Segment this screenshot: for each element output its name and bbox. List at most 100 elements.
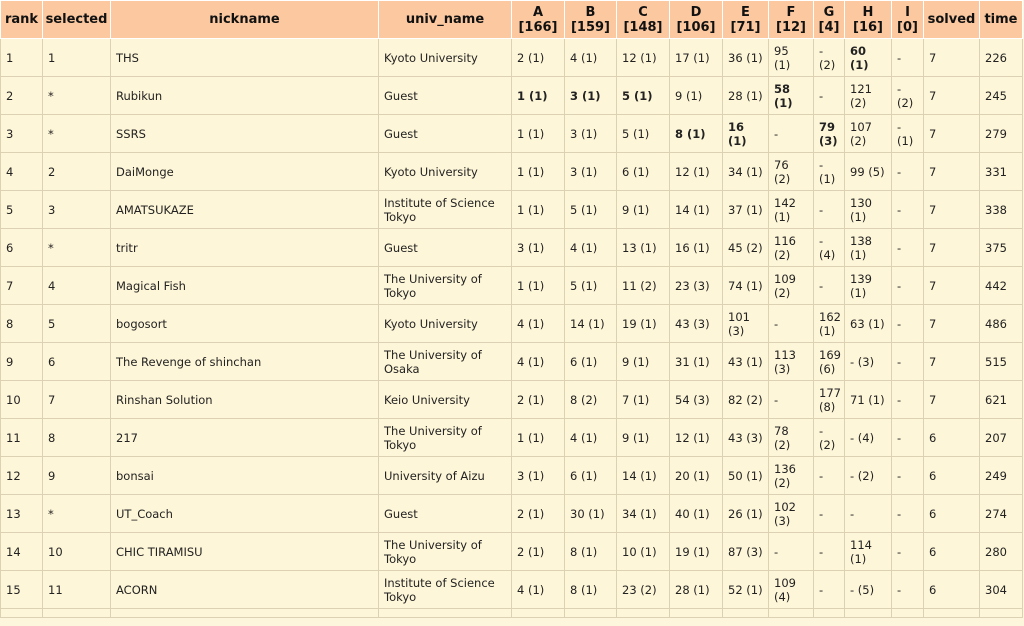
cell-rank: 8 — [0, 304, 43, 343]
cell-problem-b: 6 (1) — [564, 456, 617, 495]
cell-problem-a: 2 (1) — [511, 494, 565, 533]
cell-selected: 3 — [42, 190, 111, 229]
cell-time: 338 — [979, 190, 1023, 229]
standings-table: rank selected nickname univ_name A [166] B [159… — [0, 0, 1023, 618]
cell-problem-h: 107 (2) — [844, 114, 892, 153]
table-row: 1 1 THS Kyoto University 2 (1) 4 (1) 12 (1) 17 … — [0, 38, 1023, 77]
cell-problem-b: 5 (1) — [564, 266, 617, 305]
cell-problem-f: 109 (4) — [768, 570, 814, 609]
column-header-problem-e: E [71] — [722, 0, 769, 39]
cell-problem-e: 82 (2) — [722, 380, 769, 419]
cell-problem-i: - — [891, 38, 924, 77]
cell-rank: 14 — [0, 532, 43, 571]
cell-univ-name: The University of Tokyo — [378, 266, 512, 305]
cell-problem-f: 58 (1) — [768, 76, 814, 115]
cell-empty — [564, 608, 617, 618]
cell-problem-e: 36 (1) — [722, 38, 769, 77]
cell-problem-i: - (2) — [891, 76, 924, 115]
cell-problem-g: - — [813, 570, 845, 609]
cell-nickname: Rubikun — [110, 76, 379, 115]
cell-problem-a: 1 (1) — [511, 114, 565, 153]
table-row: 12 9 bonsai University of Aizu 3 (1) 6 (1) 14 … — [0, 456, 1023, 495]
cell-problem-h: 138 (1) — [844, 228, 892, 267]
cell-problem-h: 99 (5) — [844, 152, 892, 191]
column-header-rank: rank — [0, 0, 43, 39]
cell-time: 621 — [979, 380, 1023, 419]
cell-solved: 7 — [923, 114, 980, 153]
cell-rank: 3 — [0, 114, 43, 153]
cell-problem-e: 26 (1) — [722, 494, 769, 533]
cell-problem-h: - (4) — [844, 418, 892, 457]
cell-rank: 9 — [0, 342, 43, 381]
column-header-problem-b: B [159] — [564, 0, 617, 39]
cell-nickname: UT_Coach — [110, 494, 379, 533]
cell-problem-h: 71 (1) — [844, 380, 892, 419]
cell-problem-e: 28 (1) — [722, 76, 769, 115]
cell-rank: 15 — [0, 570, 43, 609]
cell-problem-g: 79 (3) — [813, 114, 845, 153]
cell-univ-name: Guest — [378, 494, 512, 533]
cell-univ-name: The University of Tokyo — [378, 418, 512, 457]
cell-problem-c: 10 (1) — [616, 532, 670, 571]
column-header-problem-f: F [12] — [768, 0, 814, 39]
cell-problem-i: - — [891, 418, 924, 457]
cell-rank: 6 — [0, 228, 43, 267]
cell-problem-g: - — [813, 266, 845, 305]
cell-solved: 6 — [923, 570, 980, 609]
cell-problem-h: 139 (1) — [844, 266, 892, 305]
cell-time: 207 — [979, 418, 1023, 457]
cell-solved: 7 — [923, 266, 980, 305]
cell-time: 486 — [979, 304, 1023, 343]
cell-problem-f: 142 (1) — [768, 190, 814, 229]
cell-selected: 5 — [42, 304, 111, 343]
cell-empty — [0, 608, 43, 618]
cell-empty — [110, 608, 379, 618]
cell-problem-g: - — [813, 532, 845, 571]
cell-rank: 1 — [0, 38, 43, 77]
cell-nickname: bonsai — [110, 456, 379, 495]
column-header-selected: selected — [42, 0, 111, 39]
cell-problem-e: 43 (3) — [722, 418, 769, 457]
cell-problem-a: 2 (1) — [511, 532, 565, 571]
cell-problem-f: - — [768, 380, 814, 419]
cell-rank: 4 — [0, 152, 43, 191]
cell-problem-b: 5 (1) — [564, 190, 617, 229]
column-header-problem-a: A [166] — [511, 0, 565, 39]
cell-problem-f: 116 (2) — [768, 228, 814, 267]
cell-problem-c: 9 (1) — [616, 418, 670, 457]
cell-problem-a: 1 (1) — [511, 190, 565, 229]
cell-empty — [378, 608, 512, 618]
cell-nickname: THS — [110, 38, 379, 77]
table-row: 14 10 CHIC TIRAMISU The University of Tokyo… — [0, 532, 1023, 571]
table-row: 6 * tritr Guest 3 (1) 4 (1) 13 (1) 16 (1) 45 (2)… — [0, 228, 1023, 267]
cell-solved: 7 — [923, 152, 980, 191]
cell-solved: 6 — [923, 418, 980, 457]
cell-problem-d: 54 (3) — [669, 380, 723, 419]
cell-problem-h: - (5) — [844, 570, 892, 609]
cell-problem-e: 101 (3) — [722, 304, 769, 343]
cell-problem-h: - (3) — [844, 342, 892, 381]
cell-univ-name: Keio University — [378, 380, 512, 419]
column-header-problem-c: C [148] — [616, 0, 670, 39]
cell-problem-f: 95 (1) — [768, 38, 814, 77]
cell-selected: 9 — [42, 456, 111, 495]
cell-problem-d: 9 (1) — [669, 76, 723, 115]
cell-time: 274 — [979, 494, 1023, 533]
cell-solved: 7 — [923, 342, 980, 381]
cell-problem-d: 17 (1) — [669, 38, 723, 77]
table-row: 2 * Rubikun Guest 1 (1) 3 (1) 5 (1) 9 (1) 28 (1)… — [0, 76, 1023, 115]
cell-univ-name: The University of Tokyo — [378, 532, 512, 571]
cell-problem-g: - — [813, 190, 845, 229]
table-row: 4 2 DaiMonge Kyoto University 1 (1) 3 (1) 6 (1… — [0, 152, 1023, 191]
cell-time: 245 — [979, 76, 1023, 115]
cell-time: 280 — [979, 532, 1023, 571]
cell-problem-f: 113 (3) — [768, 342, 814, 381]
cell-problem-d: 23 (3) — [669, 266, 723, 305]
cell-problem-f: - — [768, 304, 814, 343]
cell-problem-h: 60 (1) — [844, 38, 892, 77]
cell-time: 304 — [979, 570, 1023, 609]
cell-problem-g: - (1) — [813, 152, 845, 191]
cell-problem-c: 19 (1) — [616, 304, 670, 343]
cell-problem-d: 8 (1) — [669, 114, 723, 153]
column-header-problem-i: I [0] — [891, 0, 924, 39]
